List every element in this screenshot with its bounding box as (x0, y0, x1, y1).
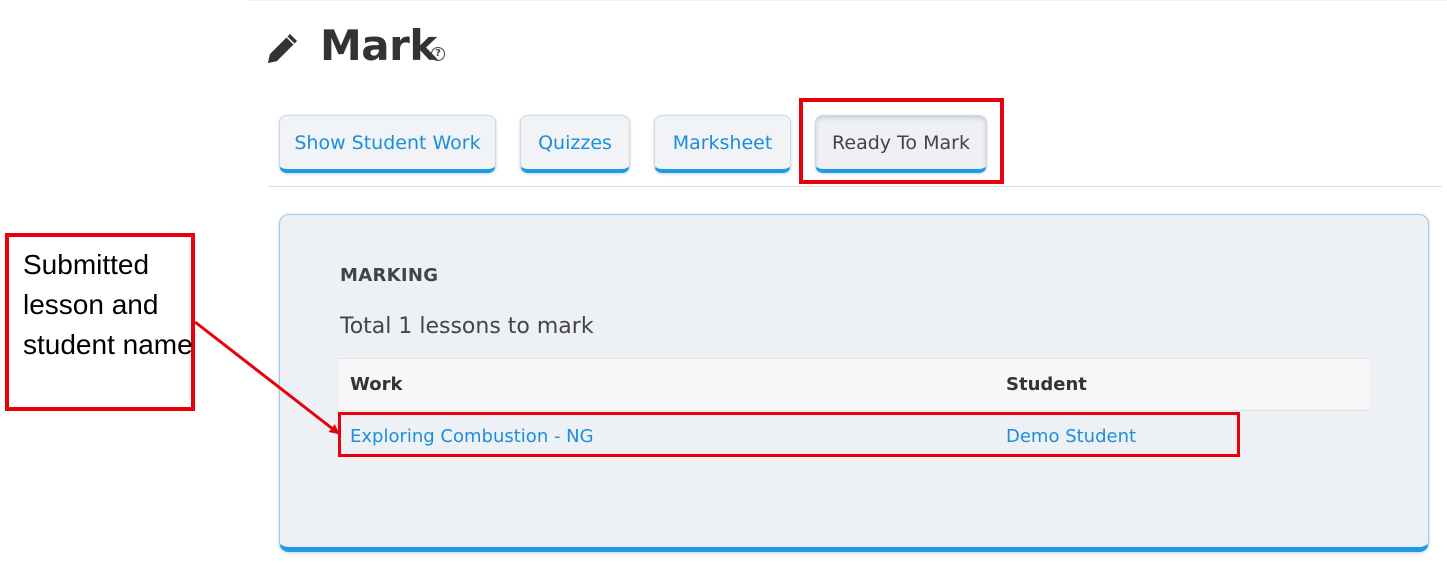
lessons-total: Total 1 lessons to mark (340, 314, 594, 339)
annotation-callout: Submitted lesson and student name (5, 233, 195, 411)
pencil-icon (268, 34, 297, 63)
column-header-work: Work (350, 374, 403, 395)
tab-quizzes[interactable]: Quizzes (520, 115, 630, 173)
tab-show-student-work[interactable]: Show Student Work (279, 115, 496, 173)
marking-panel: MARKING Total 1 lessons to mark Work Stu… (279, 214, 1429, 552)
top-divider (250, 0, 1447, 1)
submitted-row-highlight (338, 412, 1240, 457)
panel-heading: MARKING (340, 265, 439, 286)
help-icon[interactable]: ? (431, 47, 445, 61)
column-header-student: Student (1006, 374, 1087, 395)
tabs-divider (268, 186, 1442, 187)
tab-marksheet[interactable]: Marksheet (654, 115, 791, 173)
table-header: Work Student (339, 358, 1370, 411)
callout-text: Submitted lesson and student name (23, 249, 193, 360)
page-title: Mark (320, 21, 437, 70)
ready-to-mark-highlight (799, 98, 1004, 184)
